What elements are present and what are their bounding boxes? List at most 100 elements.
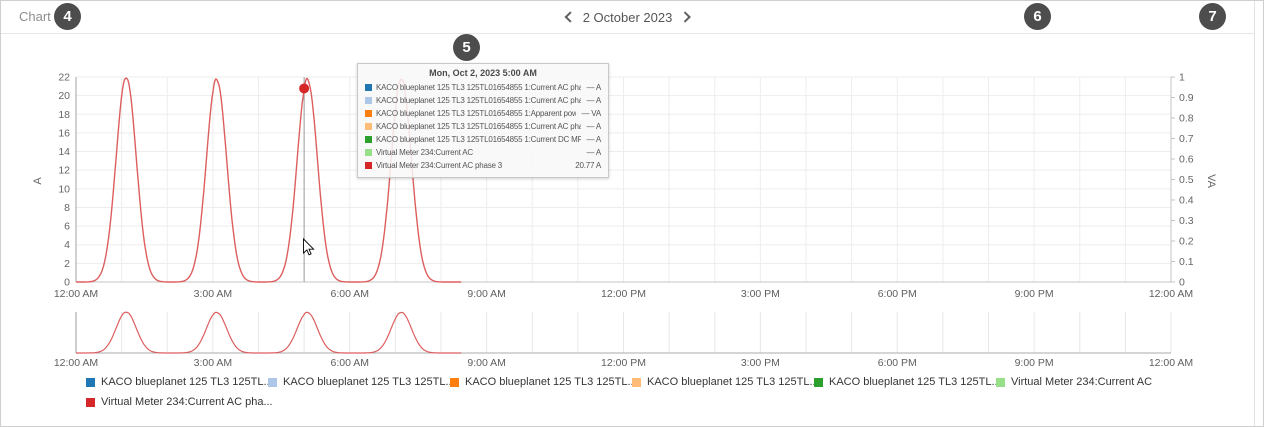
svg-text:9:00 PM: 9:00 PM bbox=[1015, 357, 1054, 369]
chart-tooltip: Mon, Oct 2, 2023 5:00 AM KACO blueplanet… bbox=[357, 63, 609, 178]
svg-text:6:00 PM: 6:00 PM bbox=[878, 288, 917, 300]
legend-swatch-icon bbox=[814, 378, 823, 387]
previous-day-icon[interactable] bbox=[564, 11, 575, 22]
annotation-badge-7: 7 bbox=[1199, 3, 1226, 30]
series-swatch-icon bbox=[365, 97, 372, 104]
chart-canvas[interactable]: 024681012141618202200.10.20.30.40.50.60.… bbox=[1, 1, 1264, 427]
svg-text:0.3: 0.3 bbox=[1179, 215, 1194, 227]
svg-text:0.4: 0.4 bbox=[1179, 195, 1194, 207]
svg-text:0.6: 0.6 bbox=[1179, 154, 1194, 166]
tooltip-timestamp: Mon, Oct 2, 2023 5:00 AM bbox=[365, 68, 601, 78]
panel-title: Chart bbox=[19, 1, 51, 33]
tooltip-row: KACO blueplanet 125 TL3 125TL01654855 1:… bbox=[365, 133, 601, 146]
next-day-icon[interactable] bbox=[680, 11, 691, 22]
tooltip-row: KACO blueplanet 125 TL3 125TL01654855 1:… bbox=[365, 107, 601, 120]
tooltip-series-label: KACO blueplanet 125 TL3 125TL01654855 1:… bbox=[376, 83, 581, 92]
left-axis-ticks: 0246810121416182022 bbox=[58, 72, 70, 289]
legend-swatch-icon bbox=[632, 378, 641, 387]
svg-text:6:00 PM: 6:00 PM bbox=[878, 357, 917, 369]
series-swatch-icon bbox=[365, 84, 372, 91]
left-axis-title: A bbox=[32, 177, 44, 185]
legend-item[interactable]: Virtual Meter 234:Current AC bbox=[996, 376, 1152, 388]
right-axis-title: VA bbox=[1205, 174, 1217, 189]
navigator-chart[interactable] bbox=[76, 312, 1171, 353]
series-swatch-icon bbox=[365, 123, 372, 130]
tooltip-row: Virtual Meter 234:Current AC — A bbox=[365, 146, 601, 159]
svg-text:10: 10 bbox=[58, 183, 70, 195]
svg-text:12:00 AM: 12:00 AM bbox=[1149, 288, 1193, 300]
svg-text:0.5: 0.5 bbox=[1179, 174, 1194, 186]
tooltip-series-label: KACO blueplanet 125 TL3 125TL01654855 1:… bbox=[376, 109, 576, 118]
svg-text:0: 0 bbox=[1179, 277, 1185, 289]
legend-label: KACO blueplanet 125 TL3 125TL... bbox=[283, 376, 455, 388]
mouse-cursor bbox=[304, 239, 314, 255]
legend-item[interactable]: Virtual Meter 234:Current AC pha... bbox=[86, 396, 273, 408]
svg-text:0.7: 0.7 bbox=[1179, 133, 1194, 145]
chart-legend: KACO blueplanet 125 TL3 125TL...KACO blu… bbox=[86, 372, 1206, 412]
date-label: 2 October 2023 bbox=[583, 10, 673, 25]
right-axis-ticks: 00.10.20.30.40.50.60.70.80.91 bbox=[1171, 72, 1194, 289]
tooltip-series-value: — A bbox=[586, 122, 601, 131]
svg-text:22: 22 bbox=[58, 72, 70, 84]
legend-swatch-icon bbox=[268, 378, 277, 387]
panel-header: Chart 2 October 2023 Real-time values bbox=[1, 1, 1254, 34]
svg-text:12:00 AM: 12:00 AM bbox=[1149, 357, 1193, 369]
svg-text:14: 14 bbox=[58, 146, 70, 158]
legend-swatch-icon bbox=[86, 378, 95, 387]
tooltip-series-label: KACO blueplanet 125 TL3 125TL01654855 1:… bbox=[376, 122, 581, 131]
svg-text:12:00 AM: 12:00 AM bbox=[54, 288, 98, 300]
main-x-labels: 12:00 AM3:00 AM6:00 AM9:00 AM12:00 PM3:0… bbox=[54, 288, 1193, 300]
svg-text:9:00 PM: 9:00 PM bbox=[1015, 288, 1054, 300]
svg-text:6:00 AM: 6:00 AM bbox=[330, 357, 369, 369]
svg-text:12:00 AM: 12:00 AM bbox=[54, 357, 98, 369]
annotation-badge-5: 5 bbox=[453, 34, 480, 61]
legend-label: KACO blueplanet 125 TL3 125TL... bbox=[101, 376, 273, 388]
nav-series-line bbox=[76, 312, 461, 353]
tooltip-rows: KACO blueplanet 125 TL3 125TL01654855 1:… bbox=[365, 81, 601, 172]
series-swatch-icon bbox=[365, 110, 372, 117]
tooltip-series-value: — A bbox=[586, 135, 601, 144]
tooltip-series-value: — A bbox=[586, 83, 601, 92]
legend-swatch-icon bbox=[996, 378, 1005, 387]
date-navigation: 2 October 2023 bbox=[566, 1, 690, 33]
tooltip-series-value: — A bbox=[586, 96, 601, 105]
svg-text:3:00 AM: 3:00 AM bbox=[194, 357, 233, 369]
svg-text:1: 1 bbox=[1179, 72, 1185, 84]
svg-text:0: 0 bbox=[64, 277, 70, 289]
legend-label: KACO blueplanet 125 TL3 125TL... bbox=[465, 376, 637, 388]
legend-item[interactable]: KACO blueplanet 125 TL3 125TL... bbox=[632, 376, 814, 388]
svg-text:6:00 AM: 6:00 AM bbox=[330, 288, 369, 300]
legend-item[interactable]: KACO blueplanet 125 TL3 125TL... bbox=[450, 376, 632, 388]
tooltip-series-value: — A bbox=[586, 148, 601, 157]
legend-row: Virtual Meter 234:Current AC pha... bbox=[86, 392, 1206, 412]
nav-x-labels: 12:00 AM3:00 AM6:00 AM9:00 AM12:00 PM3:0… bbox=[54, 357, 1193, 369]
series-swatch-icon bbox=[365, 136, 372, 143]
tooltip-row: Virtual Meter 234:Current AC phase 320.7… bbox=[365, 159, 601, 172]
legend-item[interactable]: KACO blueplanet 125 TL3 125TL... bbox=[268, 376, 450, 388]
tooltip-row: KACO blueplanet 125 TL3 125TL01654855 1:… bbox=[365, 81, 601, 94]
svg-text:20: 20 bbox=[58, 90, 70, 102]
svg-text:0.2: 0.2 bbox=[1179, 236, 1194, 248]
scrollbar-divider bbox=[1254, 1, 1255, 427]
svg-text:4: 4 bbox=[64, 239, 70, 251]
tooltip-series-label: KACO blueplanet 125 TL3 125TL01654855 1:… bbox=[376, 135, 581, 144]
legend-item[interactable]: KACO blueplanet 125 TL3 125TL... bbox=[814, 376, 996, 388]
svg-text:9:00 AM: 9:00 AM bbox=[467, 288, 506, 300]
legend-label: KACO blueplanet 125 TL3 125TL... bbox=[829, 376, 1001, 388]
svg-text:3:00 PM: 3:00 PM bbox=[741, 288, 780, 300]
annotation-badge-4: 4 bbox=[54, 3, 81, 30]
svg-text:3:00 AM: 3:00 AM bbox=[194, 288, 233, 300]
tooltip-series-label: Virtual Meter 234:Current AC bbox=[376, 148, 581, 157]
svg-text:12:00 PM: 12:00 PM bbox=[601, 357, 646, 369]
tooltip-series-label: KACO blueplanet 125 TL3 125TL01654855 1:… bbox=[376, 96, 581, 105]
svg-text:0.8: 0.8 bbox=[1179, 113, 1194, 125]
chart-panel: Chart 2 October 2023 Real-time values bbox=[0, 0, 1264, 427]
legend-item[interactable]: KACO blueplanet 125 TL3 125TL... bbox=[86, 376, 268, 388]
svg-text:2: 2 bbox=[64, 258, 70, 270]
series-swatch-icon bbox=[365, 162, 372, 169]
svg-text:6: 6 bbox=[64, 221, 70, 233]
svg-text:9:00 AM: 9:00 AM bbox=[467, 357, 506, 369]
annotation-badge-6: 6 bbox=[1024, 3, 1051, 30]
svg-text:18: 18 bbox=[58, 109, 70, 121]
legend-label: Virtual Meter 234:Current AC pha... bbox=[101, 396, 273, 408]
